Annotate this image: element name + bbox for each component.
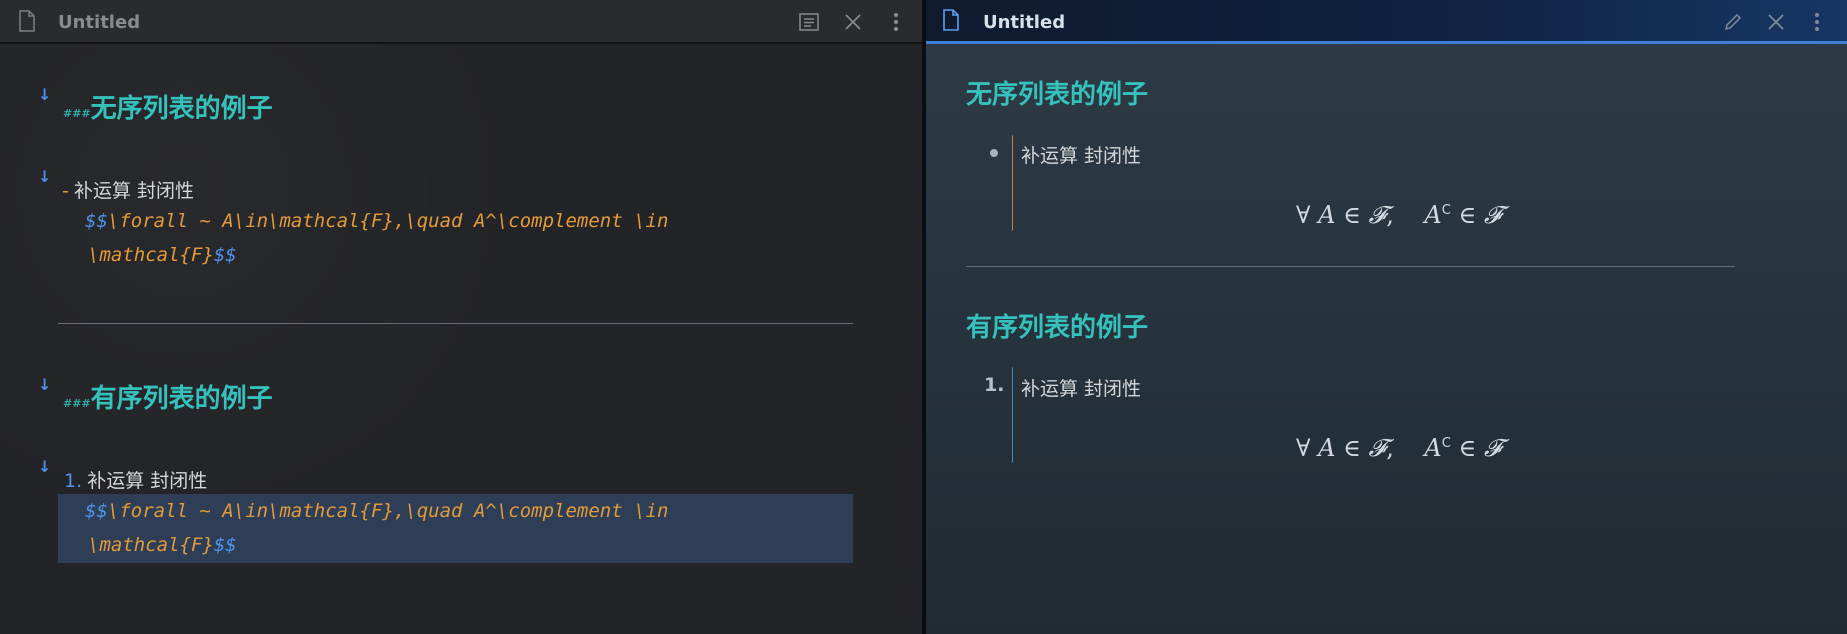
latex-code: \mathcal{F} <box>88 244 214 266</box>
heading-1: 无序列表的例子 <box>966 80 1149 110</box>
fold-arrow-icon[interactable]: ↓ <box>38 85 51 104</box>
math-delimiter: $$ <box>213 534 237 556</box>
editor-pane: Untitled ↓ ###无序列表的例子 ↓ - 补运算 封闭性 $$\for… <box>0 0 922 634</box>
heading-text: 无序列表的例子 <box>90 94 273 124</box>
fold-arrow-icon[interactable]: ↓ <box>38 375 51 394</box>
document-icon <box>943 9 959 31</box>
list-indent-guide <box>1012 135 1013 231</box>
bullet-line[interactable]: - 补运算 封闭性 <box>62 176 194 203</box>
formula-source-line[interactable]: \mathcal{F}$$ <box>88 244 237 266</box>
ordered-marker: 1. <box>64 470 83 492</box>
close-icon[interactable] <box>1765 11 1787 33</box>
heading-line-1[interactable]: ###无序列表的例子 <box>63 88 273 125</box>
heading-hash-marker: ### <box>63 397 91 410</box>
latex-code: \mathcal{F} <box>88 534 214 556</box>
latex-code: \forall ~ A\in\mathcal{F},\quad A^\compl… <box>107 500 669 522</box>
list-item-text: 补运算 封闭性 <box>73 180 194 202</box>
bullet-dot <box>990 149 998 157</box>
horizontal-rule <box>966 266 1735 267</box>
document-icon <box>19 10 35 32</box>
preview-tab-header: Untitled <box>926 0 1847 44</box>
fold-arrow-icon[interactable]: ↓ <box>38 167 51 186</box>
math-delimiter: $$ <box>213 244 237 266</box>
more-options-icon[interactable] <box>1806 11 1828 33</box>
more-options-icon[interactable] <box>885 11 907 33</box>
rendered-formula: ∀ A ∈ 𝓕, AC ∈ 𝓕 <box>1296 434 1502 462</box>
formula-source-line[interactable]: $$\forall ~ A\in\mathcal{F},\quad A^\com… <box>85 500 668 522</box>
preview-pane: Untitled 无序列表的例子 补运算 封闭性 ∀ A ∈ 𝓕, AC ∈ 𝓕… <box>926 0 1847 634</box>
heading-text: 有序列表的例子 <box>90 384 273 414</box>
list-item-text: 补运算 封闭性 <box>1021 378 1142 400</box>
formula-source-line[interactable]: \mathcal{F}$$ <box>88 534 237 556</box>
fold-arrow-icon[interactable]: ↓ <box>38 457 51 476</box>
heading-hash-marker: ### <box>63 107 91 120</box>
formula-source-line[interactable]: $$\forall ~ A\in\mathcal{F},\quad A^\com… <box>85 210 668 232</box>
list-item-text: 补运算 封闭性 <box>1021 145 1142 167</box>
edit-icon[interactable] <box>1722 11 1744 33</box>
tab-title[interactable]: Untitled <box>983 12 1065 33</box>
bullet-marker: - <box>62 180 69 202</box>
math-delimiter: $$ <box>85 210 108 232</box>
math-delimiter: $$ <box>85 500 108 522</box>
rendered-formula: ∀ A ∈ 𝓕, AC ∈ 𝓕 <box>1296 201 1502 229</box>
list-item-text: 补运算 封闭性 <box>87 470 208 492</box>
latex-code: \forall ~ A\in\mathcal{F},\quad A^\compl… <box>107 210 669 232</box>
horizontal-rule <box>58 323 853 324</box>
ordered-line[interactable]: 1. 补运算 封闭性 <box>64 466 207 493</box>
tab-title[interactable]: Untitled <box>58 12 140 33</box>
heading-line-2[interactable]: ###有序列表的例子 <box>63 378 273 415</box>
reading-view-icon[interactable] <box>798 11 820 33</box>
heading-2: 有序列表的例子 <box>966 313 1149 343</box>
ordered-marker: 1. <box>984 374 1005 396</box>
list-indent-guide <box>1012 367 1013 463</box>
close-icon[interactable] <box>842 11 864 33</box>
editor-tab-header: Untitled <box>0 0 922 44</box>
